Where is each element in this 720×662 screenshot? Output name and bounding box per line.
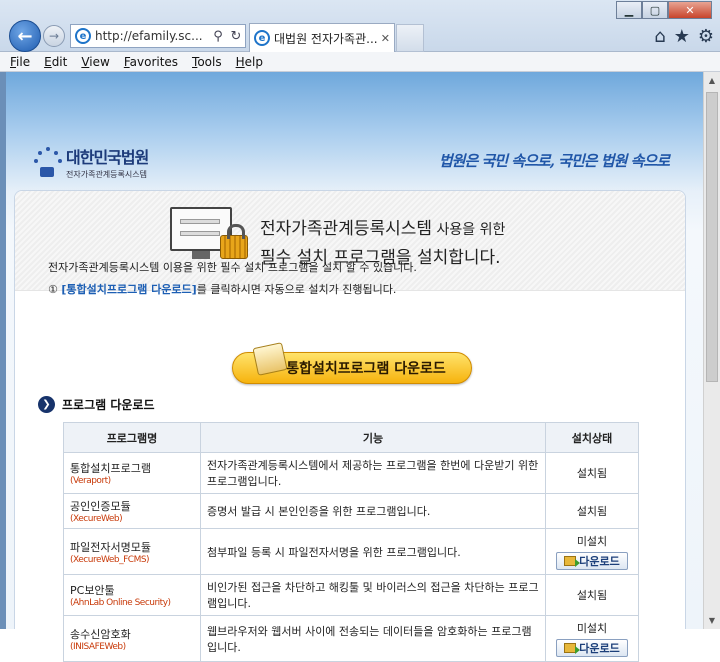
intro-line2-tail: 를 클릭하시면 자동으로 설치가 진행됩니다. xyxy=(196,283,397,296)
install-status: 설치됨 xyxy=(545,452,639,494)
install-status: 미설치 xyxy=(576,535,608,548)
refresh-icon[interactable]: ↻ xyxy=(227,29,245,44)
integrated-download-button[interactable]: 통합설치프로그램 다운로드 xyxy=(232,342,472,384)
program-name: PC보안툴 xyxy=(70,584,115,597)
column-header: 프로그램명 xyxy=(63,422,201,453)
vertical-scrollbar[interactable]: ▲ ▼ xyxy=(703,72,720,629)
download-icon xyxy=(564,556,581,567)
close-window-button[interactable]: ✕ xyxy=(668,1,712,19)
scroll-down-icon[interactable]: ▼ xyxy=(704,612,720,629)
court-emblem-icon xyxy=(32,145,66,179)
new-tab-button[interactable] xyxy=(396,24,424,52)
favorites-star-icon[interactable]: ★ xyxy=(674,26,690,47)
court-logo[interactable]: 대한민국법원 전자가족관계등록시스템 xyxy=(32,144,149,180)
install-status: 미설치 xyxy=(576,622,608,635)
window-controls: ▁ ▢ ✕ xyxy=(616,1,712,19)
download-label: 다운로드 xyxy=(579,642,620,655)
logo-subtitle: 전자가족관계등록시스템 xyxy=(66,170,147,179)
scroll-up-icon[interactable]: ▲ xyxy=(704,72,720,89)
tab-title: 대법원 전자가족관... xyxy=(274,31,377,46)
maximize-button[interactable]: ▢ xyxy=(642,1,668,19)
table-header-row: 프로그램명 기능 설치상태 xyxy=(63,422,639,453)
install-status: 설치됨 xyxy=(545,493,639,529)
ie-icon: e xyxy=(254,30,270,46)
chrome-icons: ⌂ ★ ⚙ xyxy=(654,26,714,47)
logo-title: 대한민국법원 xyxy=(66,148,149,167)
lock-icon xyxy=(220,224,248,259)
intro-line1: 전자가족관계등록시스템 이용을 위한 필수 설치 프로그램을 설치 할 수 있습… xyxy=(48,261,417,274)
download-icon xyxy=(564,643,581,654)
program-name: 공인인증모듈 xyxy=(70,500,131,513)
menu-edit[interactable]: Edit xyxy=(44,55,67,69)
section-title: 프로그램 다운로드 xyxy=(62,398,155,412)
program-code: (AhnLab Online Security) xyxy=(70,598,171,608)
program-name: 통합설치프로그램 xyxy=(70,462,151,475)
program-table: 프로그램명 기능 설치상태 통합설치프로그램 (Veraport) 전자가족관계등… xyxy=(63,422,639,662)
download-label: 다운로드 xyxy=(579,555,620,568)
menu-file[interactable]: File xyxy=(10,55,30,69)
program-desc: 증명서 발급 시 본인인증을 위한 프로그램입니다. xyxy=(200,493,546,529)
column-header: 기능 xyxy=(200,422,546,453)
slogan: 법원은 국민 속으로, 국민은 법원 속으로 xyxy=(438,152,670,170)
menu-view[interactable]: View xyxy=(81,55,109,69)
table-row: 송수신암호화 (INISAFEWeb) 웹브라우저와 웹서버 사이에 전송되는 데… xyxy=(63,615,639,662)
banner-line1-tail: 사용을 위한 xyxy=(432,222,506,238)
program-desc: 비인가된 접근을 차단하고 해킹툴 및 바이러스의 접근을 차단하는 프로그램입… xyxy=(200,574,546,616)
package-icon xyxy=(252,342,288,376)
program-name: 송수신암호화 xyxy=(70,627,131,641)
browser-titlebar: ▁ ▢ ✕ ← → e http://efamily.sc... ⚲ ↻ e 대… xyxy=(0,0,720,52)
program-code: (XecureWeb) xyxy=(70,514,123,524)
integrated-download-label: 통합설치프로그램 다운로드 xyxy=(286,361,446,377)
install-status: 설치됨 xyxy=(545,574,639,616)
intro-text: 전자가족관계등록시스템 이용을 위한 필수 설치 프로그램을 설치 할 수 있습… xyxy=(48,257,417,301)
search-icon[interactable]: ⚲ xyxy=(209,29,227,44)
program-code: (Veraport) xyxy=(70,476,111,486)
table-row: PC보안툴 (AhnLab Online Security) 비인가된 접근을 차… xyxy=(63,574,639,616)
download-button[interactable]: 다운로드 xyxy=(556,639,628,657)
intro-bullet: ① xyxy=(48,283,58,296)
program-code: (INISAFEWeb) xyxy=(70,641,126,652)
banner-line1-main: 전자가족관계등록시스템 xyxy=(260,219,433,239)
address-text: http://efamily.sc... xyxy=(95,29,203,43)
window-frame xyxy=(0,72,6,629)
integrated-download-link[interactable]: [통합설치프로그램 다운로드] xyxy=(61,283,196,296)
program-desc: 전자가족관계등록시스템에서 제공하는 프로그램을 한번에 다운받기 위한 프로그… xyxy=(200,452,546,494)
program-name: 파일전자서명모듈 xyxy=(70,540,151,554)
ie-icon: e xyxy=(75,28,91,44)
tab-active[interactable]: e 대법원 전자가족관... ✕ xyxy=(249,23,395,52)
close-tab-icon[interactable]: ✕ xyxy=(381,32,390,45)
menu-help[interactable]: Help xyxy=(236,55,263,69)
menu-favorites[interactable]: Favorites xyxy=(124,55,178,69)
table-row: 공인인증모듈 (XecureWeb) 증명서 발급 시 본인인증을 위한 프로그램… xyxy=(63,493,639,529)
table-row: 통합설치프로그램 (Veraport) 전자가족관계등록시스템에서 제공하는 프로… xyxy=(63,452,639,494)
menu-tools[interactable]: Tools xyxy=(192,55,222,69)
column-header: 설치상태 xyxy=(545,422,639,453)
address-bar[interactable]: e http://efamily.sc... ⚲ ↻ xyxy=(70,24,246,48)
section-header: ❯ 프로그램 다운로드 xyxy=(38,396,155,413)
back-button[interactable]: ← xyxy=(9,20,41,52)
scroll-thumb[interactable] xyxy=(706,92,718,382)
program-desc: 첨부파일 등록 시 파일전자서명을 위한 프로그램입니다. xyxy=(200,528,546,575)
table-row: 파일전자서명모듈 (XecureWeb_FCMS) 첨부파일 등록 시 파일전자서… xyxy=(63,528,639,575)
download-button[interactable]: 다운로드 xyxy=(556,552,628,570)
menu-bar: File Edit View Favorites Tools Help xyxy=(0,52,720,72)
gear-icon[interactable]: ⚙ xyxy=(698,26,714,47)
forward-button[interactable]: → xyxy=(43,25,65,47)
minimize-button[interactable]: ▁ xyxy=(616,1,642,19)
home-icon[interactable]: ⌂ xyxy=(654,26,665,47)
program-code: (XecureWeb_FCMS) xyxy=(70,554,150,565)
program-desc: 웹브라우저와 웹서버 사이에 전송되는 데이터들을 암호화하는 프로그램입니다. xyxy=(200,615,546,662)
chevron-right-icon: ❯ xyxy=(38,396,55,413)
